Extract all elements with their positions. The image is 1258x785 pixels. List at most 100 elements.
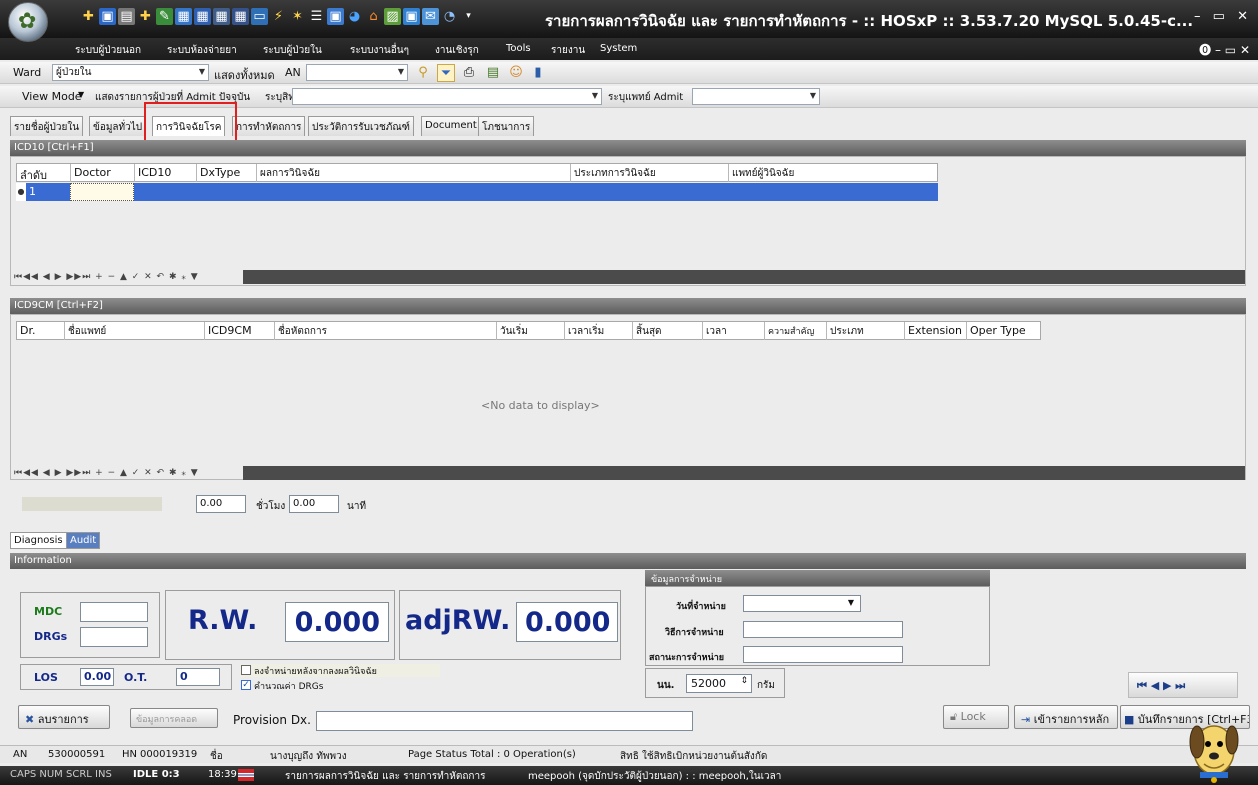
- col-start-date[interactable]: วันเริ่ม: [497, 322, 565, 340]
- qat-image-icon[interactable]: ▨: [384, 8, 401, 25]
- birth-info-button[interactable]: ข้อมูลการคลอด: [130, 708, 218, 728]
- col-time[interactable]: เวลา: [703, 322, 765, 340]
- icd9-navigator[interactable]: ⏮◀◀ ◀ ▶ ▶▶⏭ + − ▲ ✓ ✕ ↶ ✱ ⁎ ▼: [14, 468, 199, 478]
- table-row[interactable]: ● 1: [16, 183, 938, 201]
- col-diagnosing-doctor[interactable]: แพทย์ผู้วินิจฉัย: [729, 164, 937, 182]
- qat-blue-icon[interactable]: ▣: [99, 8, 116, 25]
- discharge-status-field[interactable]: [743, 646, 903, 663]
- menu-item-opd[interactable]: ระบบผู้ป่วยนอก: [75, 43, 141, 58]
- row-doctor-cell[interactable]: [70, 183, 134, 201]
- qat-doc-icon[interactable]: ▤: [118, 8, 135, 25]
- qat-chart2-icon[interactable]: ▦: [194, 8, 211, 25]
- ward-select[interactable]: ผู้ป่วยใน ▼: [52, 64, 209, 81]
- tab-document[interactable]: Document: [421, 116, 481, 136]
- filter-icon[interactable]: ⏷: [437, 64, 455, 82]
- col-diagnosis-type[interactable]: ประเภทการวินิจฉัย: [571, 164, 729, 182]
- qat-wand-icon[interactable]: ⚡: [270, 8, 287, 25]
- window-controls[interactable]: – ▭ ✕: [1194, 9, 1252, 24]
- col-order[interactable]: ลำดับ: [17, 164, 71, 182]
- col-type[interactable]: ประเภท: [827, 322, 905, 340]
- an-select[interactable]: ▼: [306, 64, 408, 81]
- qat-pie-icon[interactable]: ◕: [346, 8, 363, 25]
- mdc-field[interactable]: [80, 602, 148, 622]
- menu-item-ipd[interactable]: ระบบผู้ป่วยใน: [263, 43, 322, 58]
- row-order[interactable]: 1: [29, 185, 36, 198]
- tab-supply-history[interactable]: ประวัติการรับเวชภัณฑ์: [308, 116, 414, 136]
- weight-spinner[interactable]: 52000 ⇕: [686, 674, 752, 693]
- menu-item-system[interactable]: System: [600, 43, 637, 54]
- doctor-admit-select[interactable]: ▼: [692, 88, 820, 105]
- col-icd10[interactable]: ICD10: [135, 164, 197, 182]
- qat-mail-icon[interactable]: ✉: [422, 8, 439, 25]
- col-extension[interactable]: Extension: [905, 322, 967, 340]
- menu-item-tools[interactable]: Tools: [506, 43, 531, 54]
- qat-edit-icon[interactable]: ✎: [156, 8, 173, 25]
- app-logo-icon[interactable]: ✿: [8, 2, 48, 42]
- discharge-date-select[interactable]: ▼: [743, 595, 861, 612]
- qat-plus2-icon[interactable]: ✚: [137, 8, 154, 25]
- provision-dx-input[interactable]: [316, 711, 693, 731]
- calc-drgs-checkbox[interactable]: ✓: [241, 680, 251, 690]
- menu-help-controls[interactable]: ⓿ – ▭ ✕: [1199, 41, 1250, 58]
- col-doctor[interactable]: Doctor: [71, 164, 135, 182]
- icd9-hscrollbar[interactable]: [243, 466, 1245, 480]
- col-oper-type[interactable]: Oper Type: [967, 322, 1042, 340]
- col-procedure-name[interactable]: ชื่อหัตถการ: [275, 322, 497, 340]
- col-diagnosis-result[interactable]: ผลการวินิจฉัย: [257, 164, 571, 182]
- record-pager[interactable]: ⏮ ◀ ▶ ⏭: [1128, 672, 1238, 698]
- menu-item-other[interactable]: ระบบงานอื่นๆ: [350, 43, 409, 58]
- tab-audit[interactable]: Audit: [66, 532, 101, 549]
- tab-diagnosis-info[interactable]: Diagnosis: [10, 532, 67, 549]
- qat-grid2-icon[interactable]: ▦: [232, 8, 249, 25]
- hours-input[interactable]: 0.00: [289, 495, 339, 513]
- view-mode-dropdown[interactable]: View Mode: [22, 90, 82, 103]
- spin-icon[interactable]: ⇕: [740, 676, 748, 686]
- report-icon[interactable]: ▤: [484, 64, 502, 82]
- qat-circle-icon[interactable]: ◔: [441, 8, 458, 25]
- weight-value: 52000: [691, 677, 726, 690]
- qat-window-icon[interactable]: ▭: [251, 8, 268, 25]
- tab-nutrition[interactable]: โภชนาการ: [478, 116, 535, 136]
- duration-value-input[interactable]: 0.00: [196, 495, 246, 513]
- to-main-button[interactable]: ⇥ เข้ารายการหลัก: [1014, 705, 1118, 729]
- los-field[interactable]: 0.00: [80, 668, 114, 686]
- qat-list-icon[interactable]: ☰: [308, 8, 325, 25]
- qat-monitor-icon[interactable]: ▣: [327, 8, 344, 25]
- qat-screen-icon[interactable]: ▣: [403, 8, 420, 25]
- lock-button[interactable]: 🔓︎ Lock: [943, 705, 1009, 729]
- col-doctor-name[interactable]: ชื่อแพทย์: [65, 322, 205, 340]
- menu-item-proactive[interactable]: งานเชิงรุก: [435, 43, 479, 58]
- col-start-time[interactable]: เวลาเริ่ม: [565, 322, 633, 340]
- tab-general-info[interactable]: ข้อมูลทั่วไป: [89, 116, 147, 136]
- mascot-dog-icon[interactable]: [1180, 700, 1246, 785]
- col-priority[interactable]: ความสำคัญ: [765, 322, 827, 340]
- rights-select[interactable]: ▼: [292, 88, 602, 105]
- show-all-label[interactable]: แสดงทั้งหมด: [214, 66, 275, 84]
- tab-patient-list[interactable]: รายชื่อผู้ป่วยใน: [10, 116, 84, 136]
- drgs-field[interactable]: [80, 627, 148, 647]
- qat-star-icon[interactable]: ✶: [289, 8, 306, 25]
- menu-item-pharmacy[interactable]: ระบบห้องจ่ายยา: [167, 43, 237, 58]
- tab-procedures[interactable]: การทำหัตถการ: [232, 116, 306, 136]
- status-page: Page Status Total : 0 Operation(s): [408, 749, 576, 760]
- col-dxtype[interactable]: DxType: [197, 164, 257, 182]
- col-end[interactable]: สิ้นสุด: [633, 322, 703, 340]
- qat-dropdown-icon[interactable]: ▾: [460, 8, 477, 25]
- exit-door-icon[interactable]: ▮: [529, 64, 547, 82]
- qat-plus-icon[interactable]: ✚: [80, 8, 97, 25]
- qat-grid-icon[interactable]: ▦: [213, 8, 230, 25]
- qat-home-icon[interactable]: ⌂: [365, 8, 382, 25]
- col-dr[interactable]: Dr.: [17, 322, 65, 340]
- delete-button[interactable]: ✖ ลบรายการ: [18, 705, 110, 729]
- menu-item-reports[interactable]: รายงาน: [551, 43, 585, 58]
- printer-icon[interactable]: ⎙: [460, 64, 478, 82]
- discharge-method-field[interactable]: [743, 621, 903, 638]
- discharge-after-dx-checkbox[interactable]: [241, 665, 251, 675]
- col-icd9cm[interactable]: ICD9CM: [205, 322, 275, 340]
- ot-field[interactable]: 0: [176, 668, 220, 686]
- user-icon[interactable]: ☺: [507, 64, 525, 82]
- icd10-hscrollbar[interactable]: [243, 270, 1245, 284]
- icd10-navigator[interactable]: ⏮◀◀ ◀ ▶ ▶▶⏭ + − ▲ ✓ ✕ ↶ ✱ ⁎ ▼: [14, 272, 199, 282]
- find-icon[interactable]: ⚲: [414, 64, 432, 82]
- qat-chart-icon[interactable]: ▦: [175, 8, 192, 25]
